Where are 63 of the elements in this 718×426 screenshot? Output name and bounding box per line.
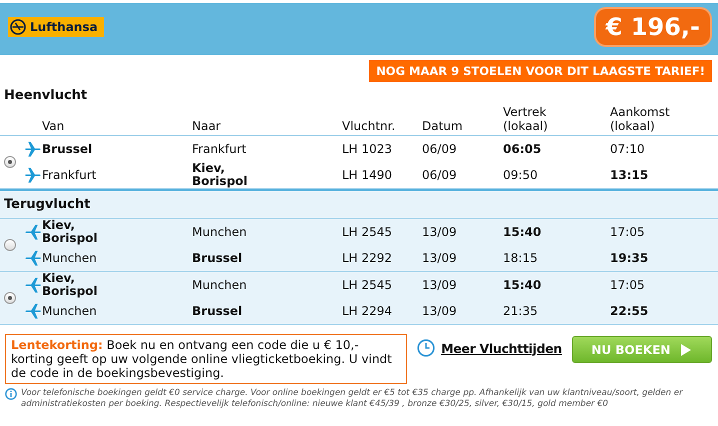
table-cell-text: 06/09: [422, 142, 458, 156]
more-times-link[interactable]: Meer Vluchttijden: [441, 340, 562, 356]
radio-button[interactable]: [4, 292, 16, 304]
radio-button[interactable]: [4, 239, 16, 251]
table-cell-text: 13/09: [422, 252, 458, 264]
logo-text: Lufthansa: [30, 20, 98, 34]
column-header: Vluchtnr.: [342, 119, 396, 133]
section-title: Terugvlucht: [3, 196, 92, 214]
play-icon: [680, 342, 692, 356]
crane-icon: [10, 19, 26, 35]
table-cell-text: Frankfurt: [192, 142, 248, 156]
table-cell-text: Brussel: [42, 142, 94, 156]
column-header: Naar: [192, 119, 222, 133]
plane-icon: [24, 140, 42, 158]
table-cell-text: LH 2545: [342, 278, 394, 292]
table-cell-text: 17:05: [610, 226, 646, 238]
table-cell-text: 15:40: [503, 226, 542, 238]
table-cell-text: 06:05: [503, 142, 542, 156]
table-cell-text: 17:05: [610, 278, 646, 292]
table-cell-text: 22:55: [610, 304, 650, 318]
table-cell-text: Frankfurt: [42, 168, 98, 182]
plane-icon: [24, 166, 42, 184]
radio-button[interactable]: [4, 156, 16, 168]
table-cell-text: 09:50: [503, 168, 539, 182]
table-cell-text: Brussel: [192, 252, 244, 264]
table-cell-text: Brussel: [192, 304, 244, 318]
column-header: Van: [42, 119, 66, 133]
table-cell-text: 21:35: [503, 304, 539, 318]
table-cell-text: Munchen: [192, 278, 248, 292]
plane-icon: [24, 223, 42, 241]
table-cell-text: 06/09: [422, 168, 458, 182]
table-cell-text: 18:15: [503, 252, 539, 264]
price-badge: € 196,-: [596, 9, 710, 45]
table-cell-text: Munchen: [42, 252, 98, 264]
table-cell-text: 13:15: [610, 168, 650, 182]
table-cell-text: Kiev, Borispol: [42, 272, 99, 298]
table-cell-text: 13/09: [422, 278, 458, 292]
table-cell-text: 19:35: [610, 252, 650, 264]
seats-banner: NOG MAAR 9 STOELEN VOOR DIT LAAGSTE TARIEF!: [369, 60, 712, 82]
table-cell-text: LH 1023: [342, 142, 394, 156]
promo-text: Lentekorting: Boek nu en ontvang een code die u € 10,- korting geeft op uw volgende online vliegticketboeking. U vindt de code in de boekingsbevestiging.: [5, 334, 408, 384]
table-cell-text: Kiev, Borispol: [192, 162, 249, 188]
column-header: Aankomst (lokaal): [610, 105, 671, 133]
table-cell-text: LH 1490: [342, 168, 394, 182]
table-cell-text: 13/09: [422, 304, 458, 318]
clock-icon: [417, 339, 436, 357]
table-cell-text: 07:10: [610, 142, 646, 156]
table-cell-text: LH 2294: [342, 304, 394, 318]
table-cell-text: Munchen: [42, 304, 98, 318]
plane-icon: [24, 302, 42, 320]
table-cell-text: Munchen: [192, 226, 248, 238]
column-header: Vertrek (lokaal): [503, 105, 549, 133]
section-title: Heenvlucht: [3, 87, 88, 105]
column-header: Datum: [422, 119, 464, 133]
footnote-text: Voor telefonische boekingen geldt €0 service charge. Voor online boekingen geldt er €5 tot €35 charge pp. Afhankelijk van uw klantniveau/soort, gelden er administratiekosten per boeking. Respectievelijk telefonisch/online: nieuwe klant €45/39 , bronze €30/25, silver, €30/15, gold member €0: [21, 388, 684, 410]
plane-icon: [24, 249, 42, 267]
table-cell-text: LH 2292: [342, 252, 394, 264]
table-cell-text: 15:40: [503, 278, 542, 292]
plane-icon: [24, 276, 42, 294]
info-icon: [5, 388, 17, 400]
table-cell-text: 13/09: [422, 226, 458, 238]
table-cell-text: LH 2545: [342, 226, 394, 238]
table-cell-text: Kiev, Borispol: [42, 219, 99, 245]
